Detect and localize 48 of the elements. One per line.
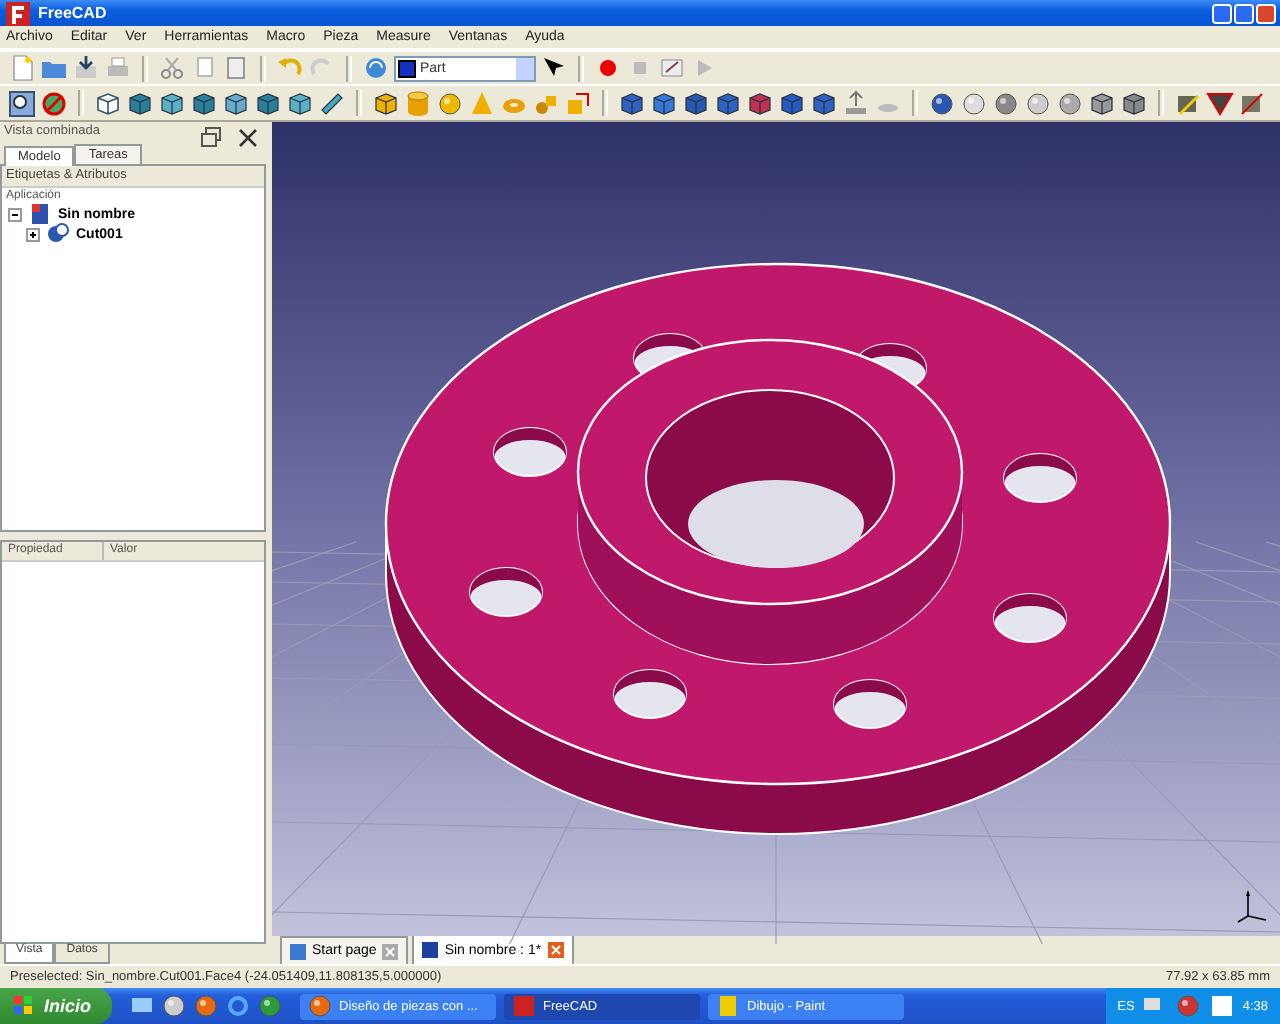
macro-icon[interactable] [658, 54, 686, 82]
extrude-icon[interactable] [842, 89, 870, 117]
part-tool-icon[interactable] [810, 89, 838, 117]
part-tool-icon[interactable] [714, 89, 742, 117]
ruler-icon[interactable] [318, 89, 346, 117]
cube-view-icon[interactable] [190, 89, 218, 117]
part-tool-icon[interactable] [618, 89, 646, 117]
document-icon [26, 200, 54, 228]
part-tool-icon[interactable] [778, 89, 806, 117]
cube-wireframe-icon[interactable] [94, 89, 122, 117]
refresh-icon[interactable] [362, 54, 390, 82]
sphere-icon[interactable] [436, 89, 464, 117]
window-app-icon [305, 992, 334, 1020]
part-tool-icon[interactable] [746, 89, 774, 117]
zoom-fit-icon[interactable] [8, 89, 36, 117]
axis-cross-icon [1236, 888, 1268, 924]
start-button[interactable]: Inicio [0, 988, 112, 1024]
minimize-button[interactable] [1212, 3, 1232, 23]
tray-app-icon[interactable] [1208, 992, 1237, 1020]
window-title: FreeCAD [38, 4, 107, 22]
close-icon[interactable] [234, 124, 262, 152]
measure-clear-icon[interactable] [1238, 89, 1266, 117]
measure-linear-icon[interactable] [1174, 89, 1202, 117]
tree-expander[interactable] [26, 227, 40, 241]
windows-flag-icon [10, 992, 38, 1020]
record-icon[interactable] [594, 54, 622, 82]
no-draw-style-icon[interactable] [40, 89, 68, 117]
tree-expander[interactable] [8, 207, 22, 221]
close-button[interactable] [1256, 3, 1276, 23]
cube-view-icon[interactable] [222, 89, 250, 117]
document-icon [422, 942, 439, 958]
browser-icon[interactable] [223, 992, 252, 1020]
window-app-icon [509, 992, 538, 1020]
box-icon[interactable] [372, 89, 400, 117]
shape-builder-icon[interactable] [564, 89, 592, 117]
flange-part-drawing[interactable] [384, 262, 1172, 835]
save-icon[interactable] [72, 54, 100, 82]
tab-close-icon[interactable] [547, 942, 564, 958]
cube-view-icon[interactable] [126, 89, 154, 117]
cube-view-icon[interactable] [158, 89, 186, 117]
cube-view-icon[interactable] [286, 89, 314, 117]
part-tool-icon[interactable] [650, 89, 678, 117]
cube-view-icon[interactable] [254, 89, 282, 117]
measure-angular-icon[interactable] [1206, 89, 1234, 117]
document-icon [290, 943, 306, 959]
restore-button[interactable] [1234, 3, 1254, 23]
cut-shape-icon [44, 220, 72, 248]
part-tool-icon[interactable] [682, 89, 710, 117]
